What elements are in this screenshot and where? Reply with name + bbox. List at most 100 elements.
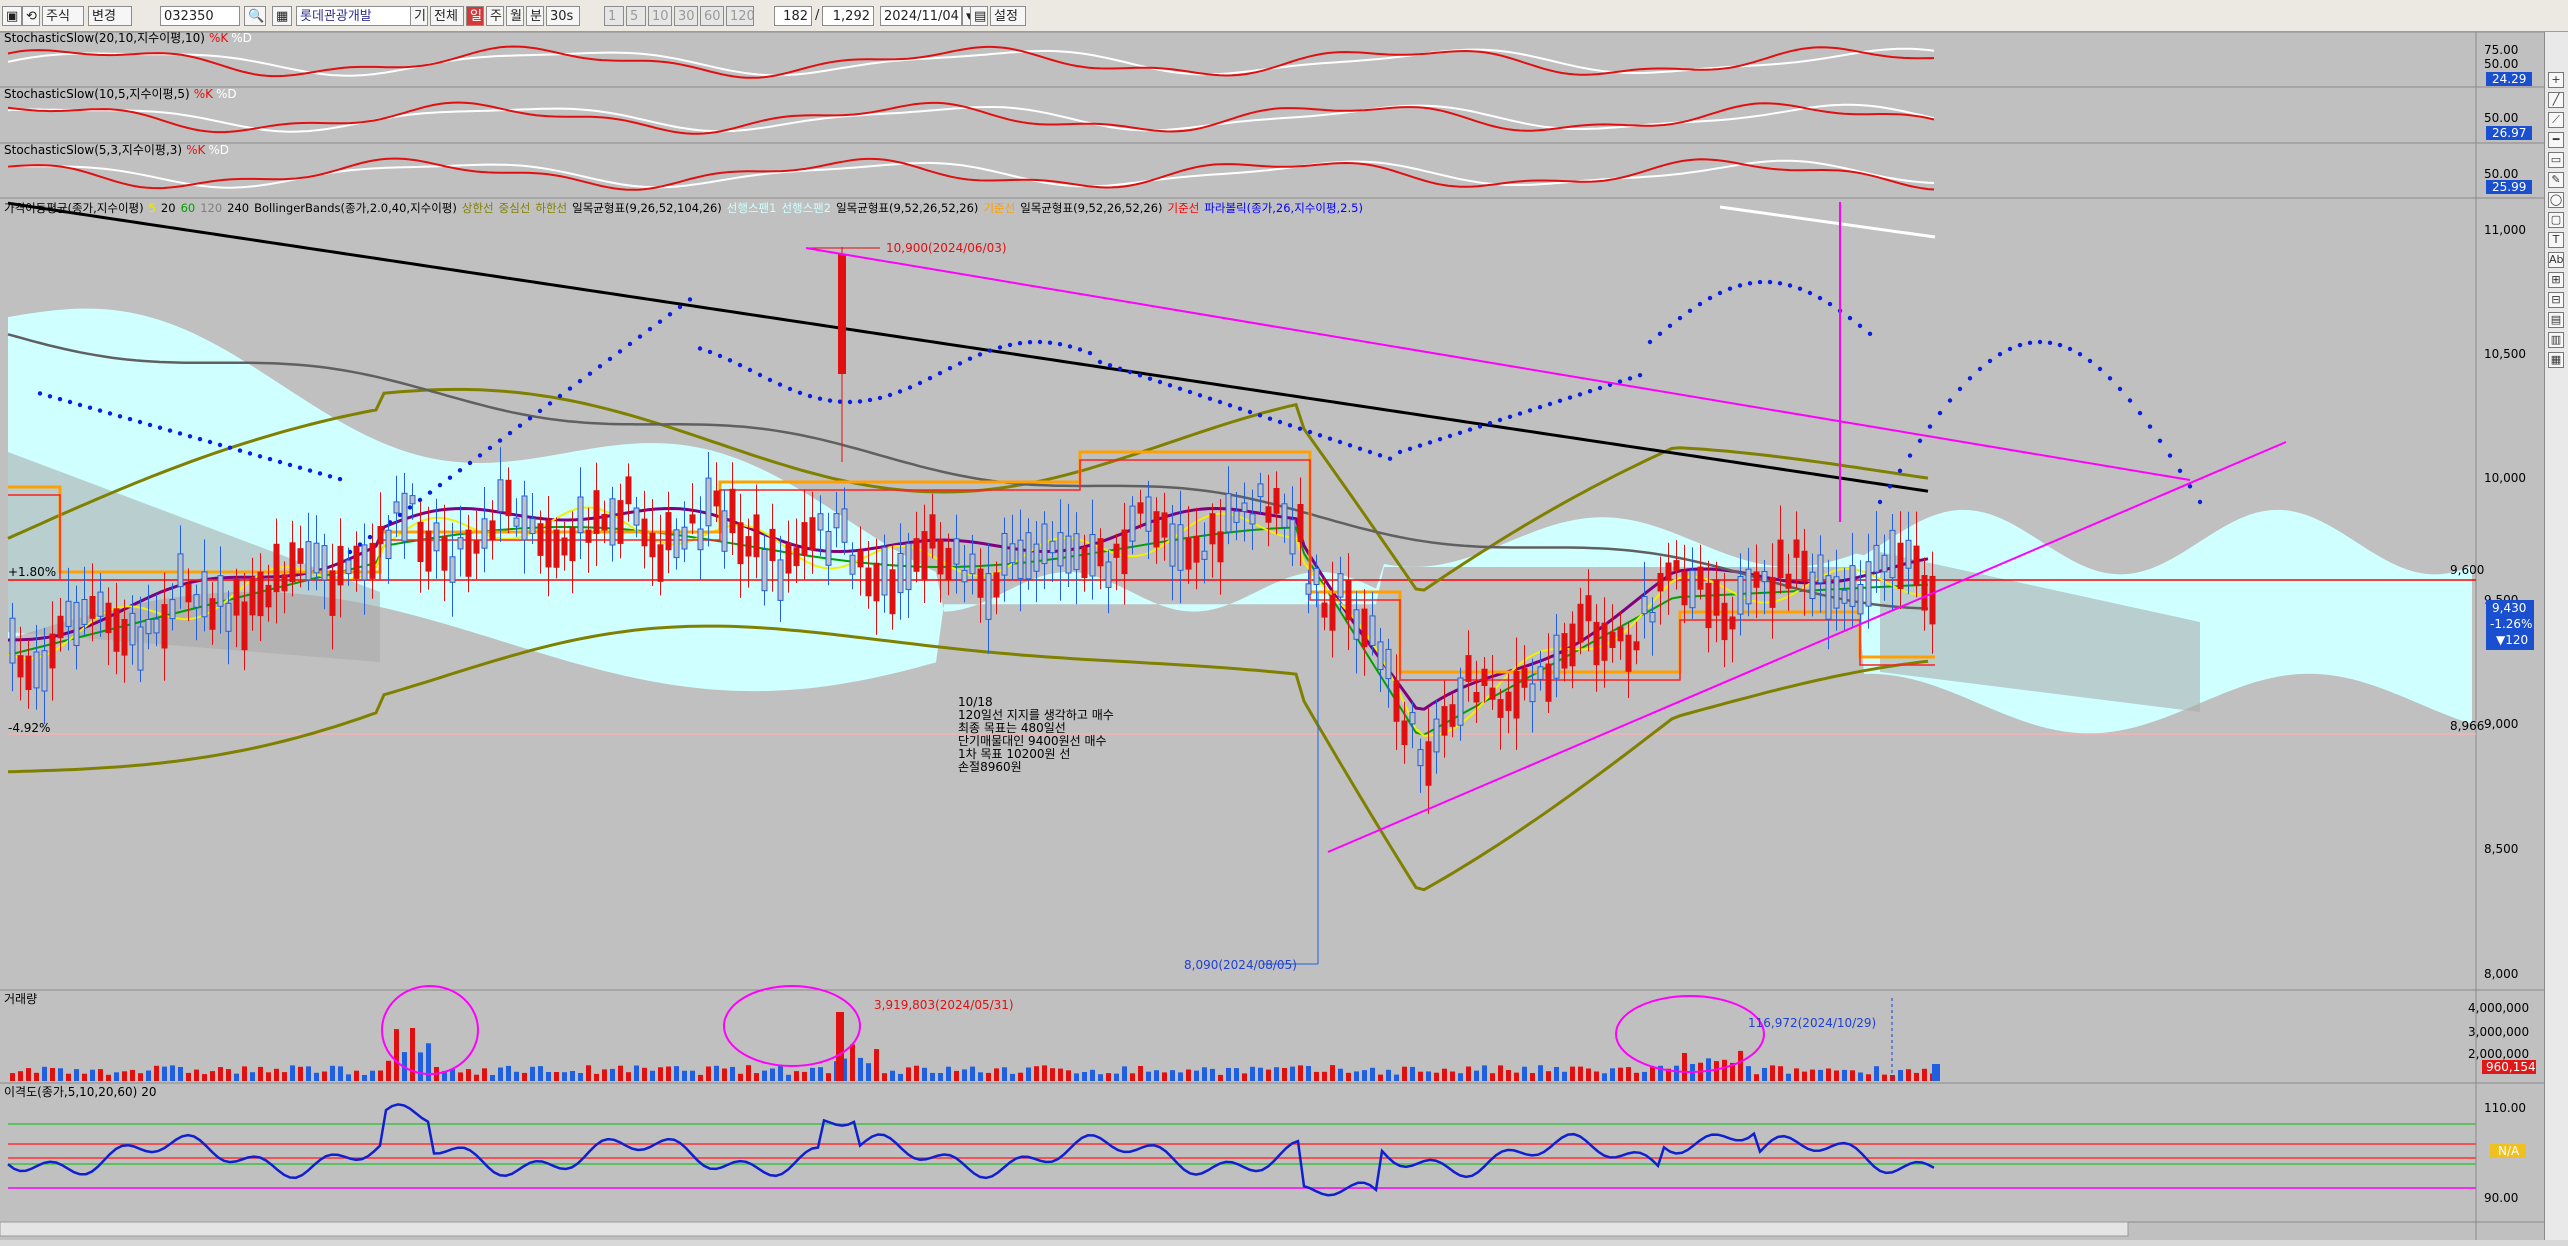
stoch2-title: StochasticSlow(10,5,지수이평,5) %K %D <box>4 87 237 101</box>
calendar-icon[interactable]: ▤ <box>970 6 988 26</box>
period-month[interactable]: 월 <box>506 6 524 26</box>
candle <box>353 545 360 579</box>
chart-canvas[interactable]: 75.00 50.00 50.00 50.00 11,000 10,500 10… <box>0 32 2544 1240</box>
drawing-tool-icon[interactable]: + <box>2548 72 2564 88</box>
interval-10[interactable]: 10 <box>648 6 672 26</box>
drawing-tool-icon[interactable]: ▥ <box>2548 332 2564 348</box>
interval-30[interactable]: 30 <box>674 6 698 26</box>
volume-bar <box>1330 1065 1335 1081</box>
settings-button[interactable]: 설정 <box>990 6 1026 26</box>
parabolic-dot <box>1157 379 1163 385</box>
candle <box>185 583 192 603</box>
drawing-tool-icon[interactable]: ╱ <box>2548 92 2564 108</box>
candle <box>65 600 72 627</box>
drawing-tool-icon[interactable]: ⟋ <box>2548 112 2564 128</box>
volume-bar <box>218 1067 223 1081</box>
volume-bar <box>778 1065 783 1081</box>
candle <box>1657 573 1664 592</box>
volume-bar <box>410 1028 415 1081</box>
interval-5[interactable]: 5 <box>626 6 646 26</box>
candle <box>393 501 400 514</box>
volume-bar <box>1026 1067 1031 1081</box>
change-button[interactable]: 변경 <box>88 6 132 26</box>
drawing-tool-icon[interactable]: ◯ <box>2548 192 2564 208</box>
candle <box>1353 609 1360 640</box>
volume-title: 거래량 <box>4 992 37 1006</box>
volume-bar <box>1594 1071 1599 1081</box>
drawing-tool-icon[interactable]: ━ <box>2548 132 2564 148</box>
volume-bar <box>1066 1070 1071 1081</box>
volume-bar <box>1410 1066 1415 1081</box>
volume-bar <box>322 1071 327 1081</box>
volume-bar <box>1746 1066 1751 1081</box>
drawing-tool-icon[interactable]: ⊞ <box>2548 272 2564 288</box>
candle <box>993 572 1000 598</box>
search-icon[interactable]: 🔍 <box>244 6 266 26</box>
volume-bar <box>1138 1066 1143 1081</box>
link-icon[interactable]: ⟲ <box>22 6 40 26</box>
candle <box>433 522 440 552</box>
drawing-tool-icon[interactable]: ⊟ <box>2548 292 2564 308</box>
volume-bar <box>66 1073 71 1081</box>
volume-bar <box>250 1072 255 1081</box>
parabolic-dot <box>1017 341 1023 346</box>
parabolic-dot <box>977 352 983 357</box>
candle <box>105 602 112 634</box>
code-input[interactable]: 032350 <box>160 6 240 26</box>
candle <box>1881 554 1888 573</box>
parabolic-dot <box>497 438 503 443</box>
parabolic-dot <box>1217 399 1223 405</box>
chart-icon[interactable]: ▦ <box>272 6 292 26</box>
candle <box>1097 538 1104 567</box>
candle <box>1609 631 1616 649</box>
candle <box>1177 524 1184 571</box>
candle <box>969 553 976 575</box>
price-axis-10500: 10,500 <box>2484 347 2526 361</box>
drawing-tool-icon[interactable]: ▢ <box>2548 212 2564 228</box>
volume-bar <box>138 1073 143 1081</box>
drawing-tool-icon[interactable]: ▦ <box>2548 352 2564 368</box>
interval-60[interactable]: 60 <box>700 6 724 26</box>
candle <box>1337 573 1344 598</box>
candle <box>1369 615 1376 646</box>
legend-item: 선행스팬1 <box>727 201 777 215</box>
interval-120[interactable]: 120 <box>726 6 754 26</box>
period-minute[interactable]: 분 <box>526 6 544 26</box>
legend-item: 파라볼릭(종가,26,지수이평,2.5) <box>1204 201 1363 215</box>
period-day[interactable]: 일 <box>466 6 484 26</box>
parabolic-dot <box>1277 419 1283 425</box>
drawing-tool-icon[interactable]: ▭ <box>2548 152 2564 168</box>
market-select[interactable]: 주식 <box>42 6 84 26</box>
period-week[interactable]: 주 <box>486 6 504 26</box>
layout-icon[interactable]: ▣ <box>2 6 22 26</box>
candle <box>361 544 368 581</box>
parabolic-dot <box>1307 429 1313 435</box>
parabolic-dot <box>1147 376 1153 381</box>
candle <box>801 522 808 556</box>
drawing-tool-icon[interactable]: ▤ <box>2548 312 2564 328</box>
volume-bar <box>1322 1071 1327 1081</box>
all-button[interactable]: 전체 <box>430 6 464 26</box>
volume-bar <box>1898 1070 1903 1081</box>
volume-bar <box>730 1066 735 1081</box>
parabolic-dot <box>897 389 903 394</box>
drawing-tool-icon[interactable]: ✎ <box>2548 172 2564 188</box>
parabolic-dot <box>717 353 723 359</box>
volume-bar <box>1682 1053 1687 1081</box>
drawing-tool-icon[interactable]: Ab <box>2548 252 2564 268</box>
candle <box>1217 531 1224 563</box>
interval-1[interactable]: 1 <box>604 6 624 26</box>
period-ki[interactable]: 기 <box>410 6 428 26</box>
candle <box>1025 532 1032 580</box>
candle <box>537 523 544 556</box>
candle <box>409 495 416 505</box>
volume-bar <box>650 1070 655 1081</box>
candle <box>1473 692 1480 703</box>
date-input[interactable]: 2024/11/04 <box>880 6 962 26</box>
candle <box>1665 562 1672 581</box>
count-input[interactable]: 182 <box>774 6 812 26</box>
drawing-tool-icon[interactable]: T <box>2548 232 2564 248</box>
candle <box>1329 594 1336 631</box>
volume-bar <box>18 1071 23 1081</box>
period-30s[interactable]: 30s <box>546 6 580 26</box>
